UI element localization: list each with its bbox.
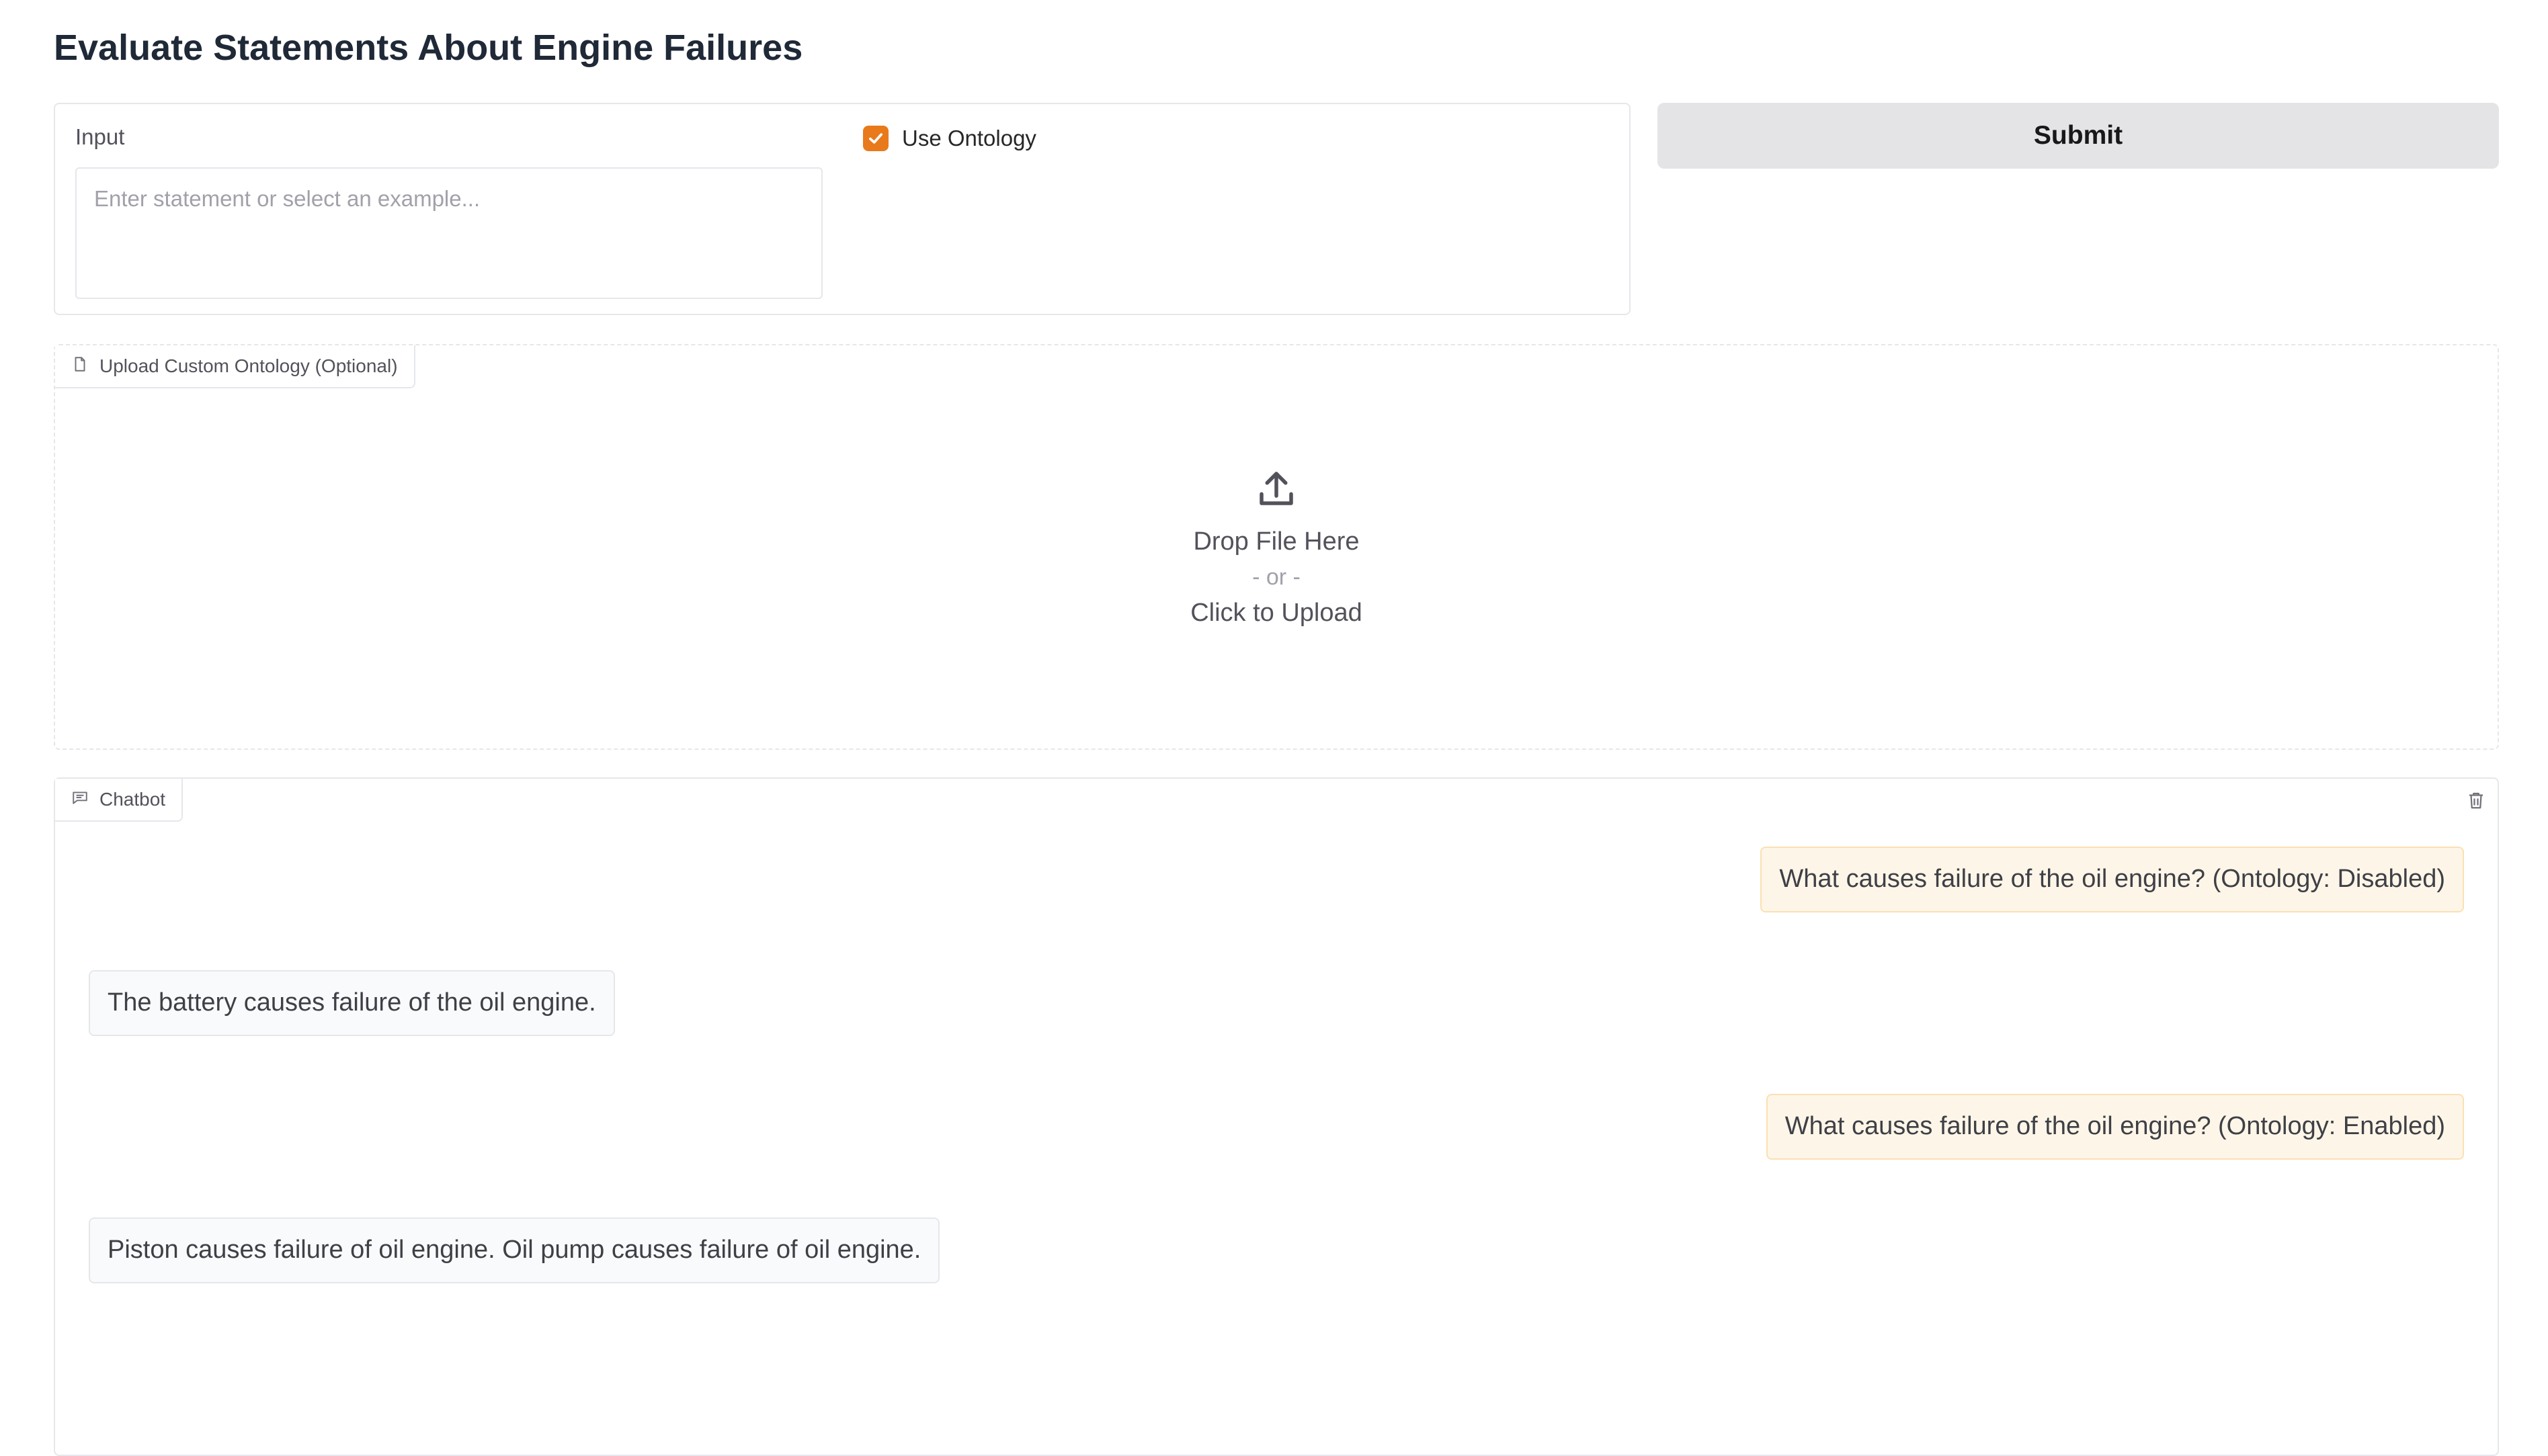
upload-ontology-dropzone[interactable]: Upload Custom Ontology (Optional) Drop F… <box>54 344 2499 750</box>
user-message: What causes failure of the oil engine? (… <box>1760 847 2464 912</box>
bot-message: The battery causes failure of the oil en… <box>89 970 615 1036</box>
click-to-upload-text[interactable]: Click to Upload <box>1190 599 1362 628</box>
chatbot-tag: Chatbot <box>55 779 183 822</box>
input-label: Input <box>75 124 125 149</box>
chat-icon <box>71 789 89 811</box>
use-ontology-label: Use Ontology <box>902 126 1036 151</box>
statement-input[interactable] <box>75 167 823 299</box>
bot-message: Piston causes failure of oil engine. Oil… <box>89 1217 940 1283</box>
upload-icon <box>1254 466 1299 514</box>
checkbox-checked-icon[interactable] <box>863 126 889 151</box>
clear-chat-trash-icon[interactable] <box>2460 784 2492 816</box>
user-message: What causes failure of the oil engine? (… <box>1766 1094 2464 1160</box>
input-panel: Input Use Ontology <box>54 103 1631 315</box>
chatbot-panel: Chatbot What causes failure of the oil e… <box>54 777 2499 1456</box>
file-icon <box>71 355 89 378</box>
submit-button[interactable]: Submit <box>1657 103 2499 169</box>
upload-ontology-tag-label: Upload Custom Ontology (Optional) <box>99 355 398 376</box>
drop-file-text: Drop File Here <box>1193 527 1360 556</box>
or-text: - or - <box>1252 564 1301 590</box>
page-title: Evaluate Statements About Engine Failure… <box>54 28 803 68</box>
drop-zone-content[interactable]: Drop File Here - or - Click to Upload <box>55 466 2498 628</box>
use-ontology-checkbox[interactable]: Use Ontology <box>863 126 1036 151</box>
chatbot-tag-label: Chatbot <box>99 789 166 810</box>
upload-ontology-tag: Upload Custom Ontology (Optional) <box>55 345 415 388</box>
